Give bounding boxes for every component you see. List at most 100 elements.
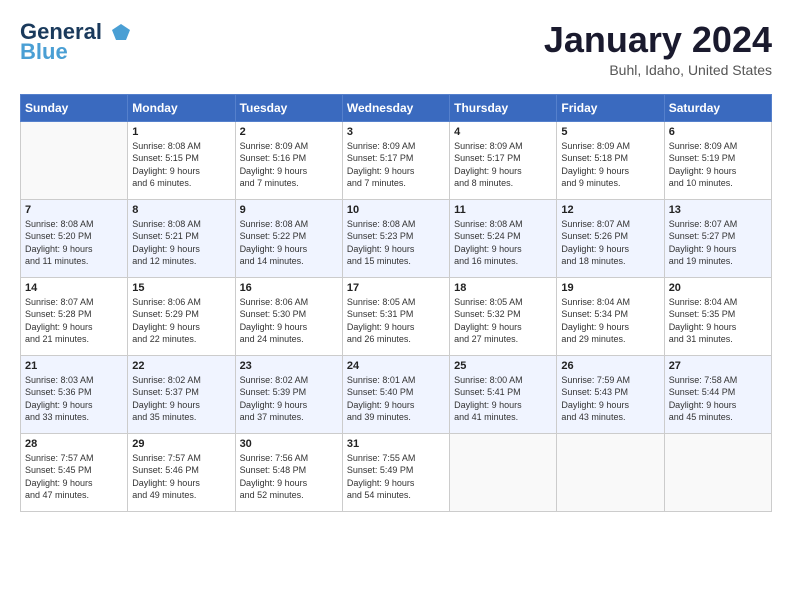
day-info: Sunrise: 8:09 AM Sunset: 5:17 PM Dayligh…	[454, 140, 552, 190]
day-header-wednesday: Wednesday	[342, 94, 449, 121]
calendar-cell: 1 Sunrise: 8:08 AM Sunset: 5:15 PM Daylig…	[128, 121, 235, 199]
month-title: January 2024	[544, 20, 772, 60]
day-number: 20	[669, 282, 767, 294]
day-header-saturday: Saturday	[664, 94, 771, 121]
day-number: 13	[669, 204, 767, 216]
day-number: 3	[347, 126, 445, 138]
day-info: Sunrise: 8:08 AM Sunset: 5:23 PM Dayligh…	[347, 218, 445, 268]
day-info: Sunrise: 8:01 AM Sunset: 5:40 PM Dayligh…	[347, 374, 445, 424]
day-info: Sunrise: 8:06 AM Sunset: 5:30 PM Dayligh…	[240, 296, 338, 346]
calendar-cell	[450, 433, 557, 511]
day-info: Sunrise: 8:08 AM Sunset: 5:21 PM Dayligh…	[132, 218, 230, 268]
day-number: 5	[561, 126, 659, 138]
calendar-cell: 3 Sunrise: 8:09 AM Sunset: 5:17 PM Daylig…	[342, 121, 449, 199]
day-info: Sunrise: 7:57 AM Sunset: 5:46 PM Dayligh…	[132, 452, 230, 502]
day-number: 7	[25, 204, 123, 216]
day-number: 27	[669, 360, 767, 372]
day-number: 17	[347, 282, 445, 294]
logo: General Blue	[20, 20, 132, 64]
calendar-cell: 17 Sunrise: 8:05 AM Sunset: 5:31 PM Dayli…	[342, 277, 449, 355]
day-number: 28	[25, 438, 123, 450]
day-info: Sunrise: 8:07 AM Sunset: 5:26 PM Dayligh…	[561, 218, 659, 268]
day-number: 1	[132, 126, 230, 138]
week-row-5: 28 Sunrise: 7:57 AM Sunset: 5:45 PM Dayli…	[21, 433, 772, 511]
day-header-thursday: Thursday	[450, 94, 557, 121]
day-header-tuesday: Tuesday	[235, 94, 342, 121]
calendar-cell: 4 Sunrise: 8:09 AM Sunset: 5:17 PM Daylig…	[450, 121, 557, 199]
day-info: Sunrise: 8:08 AM Sunset: 5:20 PM Dayligh…	[25, 218, 123, 268]
day-number: 31	[347, 438, 445, 450]
day-info: Sunrise: 8:08 AM Sunset: 5:15 PM Dayligh…	[132, 140, 230, 190]
day-header-friday: Friday	[557, 94, 664, 121]
calendar-cell: 25Sunrise: 8:00 AM Sunset: 5:41 PM Dayli…	[450, 355, 557, 433]
day-info: Sunrise: 7:57 AM Sunset: 5:45 PM Dayligh…	[25, 452, 123, 502]
calendar-cell: 2 Sunrise: 8:09 AM Sunset: 5:16 PM Daylig…	[235, 121, 342, 199]
day-info: Sunrise: 7:59 AM Sunset: 5:43 PM Dayligh…	[561, 374, 659, 424]
header-row: SundayMondayTuesdayWednesdayThursdayFrid…	[21, 94, 772, 121]
calendar-cell: 12 Sunrise: 8:07 AM Sunset: 5:26 PM Dayli…	[557, 199, 664, 277]
calendar-cell: 24 Sunrise: 8:01 AM Sunset: 5:40 PM Dayli…	[342, 355, 449, 433]
day-header-monday: Monday	[128, 94, 235, 121]
day-info: Sunrise: 8:07 AM Sunset: 5:27 PM Dayligh…	[669, 218, 767, 268]
calendar-cell: 29Sunrise: 7:57 AM Sunset: 5:46 PM Dayli…	[128, 433, 235, 511]
day-info: Sunrise: 7:58 AM Sunset: 5:44 PM Dayligh…	[669, 374, 767, 424]
calendar-cell: 15Sunrise: 8:06 AM Sunset: 5:29 PM Dayli…	[128, 277, 235, 355]
calendar-cell: 26 Sunrise: 7:59 AM Sunset: 5:43 PM Dayli…	[557, 355, 664, 433]
calendar-cell: 19 Sunrise: 8:04 AM Sunset: 5:34 PM Dayli…	[557, 277, 664, 355]
calendar-cell: 13 Sunrise: 8:07 AM Sunset: 5:27 PM Dayli…	[664, 199, 771, 277]
calendar-cell: 20 Sunrise: 8:04 AM Sunset: 5:35 PM Dayli…	[664, 277, 771, 355]
day-number: 26	[561, 360, 659, 372]
day-number: 2	[240, 126, 338, 138]
day-info: Sunrise: 8:09 AM Sunset: 5:16 PM Dayligh…	[240, 140, 338, 190]
day-number: 12	[561, 204, 659, 216]
week-row-4: 21Sunrise: 8:03 AM Sunset: 5:36 PM Dayli…	[21, 355, 772, 433]
calendar-cell: 10Sunrise: 8:08 AM Sunset: 5:23 PM Dayli…	[342, 199, 449, 277]
calendar-cell: 9Sunrise: 8:08 AM Sunset: 5:22 PM Daylig…	[235, 199, 342, 277]
calendar-cell: 30Sunrise: 7:56 AM Sunset: 5:48 PM Dayli…	[235, 433, 342, 511]
location: Buhl, Idaho, United States	[544, 62, 772, 78]
week-row-2: 7 Sunrise: 8:08 AM Sunset: 5:20 PM Daylig…	[21, 199, 772, 277]
calendar-cell	[21, 121, 128, 199]
day-info: Sunrise: 8:09 AM Sunset: 5:19 PM Dayligh…	[669, 140, 767, 190]
day-info: Sunrise: 8:05 AM Sunset: 5:31 PM Dayligh…	[347, 296, 445, 346]
day-number: 8	[132, 204, 230, 216]
day-number: 16	[240, 282, 338, 294]
calendar-cell: 7 Sunrise: 8:08 AM Sunset: 5:20 PM Daylig…	[21, 199, 128, 277]
day-info: Sunrise: 8:09 AM Sunset: 5:17 PM Dayligh…	[347, 140, 445, 190]
calendar-table: SundayMondayTuesdayWednesdayThursdayFrid…	[20, 94, 772, 512]
day-header-sunday: Sunday	[21, 94, 128, 121]
day-number: 6	[669, 126, 767, 138]
calendar-cell	[557, 433, 664, 511]
logo-flag-icon	[110, 22, 132, 44]
calendar-cell: 5 Sunrise: 8:09 AM Sunset: 5:18 PM Daylig…	[557, 121, 664, 199]
day-info: Sunrise: 8:02 AM Sunset: 5:37 PM Dayligh…	[132, 374, 230, 424]
calendar-cell: 11Sunrise: 8:08 AM Sunset: 5:24 PM Dayli…	[450, 199, 557, 277]
calendar-cell: 27 Sunrise: 7:58 AM Sunset: 5:44 PM Dayli…	[664, 355, 771, 433]
page-container: General Blue January 2024 Buhl, Idaho, U…	[0, 0, 792, 522]
header: General Blue January 2024 Buhl, Idaho, U…	[20, 20, 772, 78]
week-row-3: 14Sunrise: 8:07 AM Sunset: 5:28 PM Dayli…	[21, 277, 772, 355]
day-number: 23	[240, 360, 338, 372]
day-info: Sunrise: 8:08 AM Sunset: 5:22 PM Dayligh…	[240, 218, 338, 268]
title-area: January 2024 Buhl, Idaho, United States	[544, 20, 772, 78]
day-info: Sunrise: 7:56 AM Sunset: 5:48 PM Dayligh…	[240, 452, 338, 502]
day-number: 19	[561, 282, 659, 294]
calendar-cell: 8 Sunrise: 8:08 AM Sunset: 5:21 PM Daylig…	[128, 199, 235, 277]
day-number: 24	[347, 360, 445, 372]
calendar-cell: 18Sunrise: 8:05 AM Sunset: 5:32 PM Dayli…	[450, 277, 557, 355]
day-info: Sunrise: 8:09 AM Sunset: 5:18 PM Dayligh…	[561, 140, 659, 190]
calendar-cell: 16 Sunrise: 8:06 AM Sunset: 5:30 PM Dayli…	[235, 277, 342, 355]
day-number: 22	[132, 360, 230, 372]
day-info: Sunrise: 8:03 AM Sunset: 5:36 PM Dayligh…	[25, 374, 123, 424]
calendar-cell	[664, 433, 771, 511]
calendar-cell: 28 Sunrise: 7:57 AM Sunset: 5:45 PM Dayli…	[21, 433, 128, 511]
day-number: 15	[132, 282, 230, 294]
calendar-cell: 22 Sunrise: 8:02 AM Sunset: 5:37 PM Dayli…	[128, 355, 235, 433]
day-info: Sunrise: 8:04 AM Sunset: 5:35 PM Dayligh…	[669, 296, 767, 346]
day-number: 4	[454, 126, 552, 138]
day-number: 14	[25, 282, 123, 294]
day-info: Sunrise: 8:04 AM Sunset: 5:34 PM Dayligh…	[561, 296, 659, 346]
calendar-cell: 6 Sunrise: 8:09 AM Sunset: 5:19 PM Daylig…	[664, 121, 771, 199]
day-info: Sunrise: 8:08 AM Sunset: 5:24 PM Dayligh…	[454, 218, 552, 268]
day-info: Sunrise: 7:55 AM Sunset: 5:49 PM Dayligh…	[347, 452, 445, 502]
